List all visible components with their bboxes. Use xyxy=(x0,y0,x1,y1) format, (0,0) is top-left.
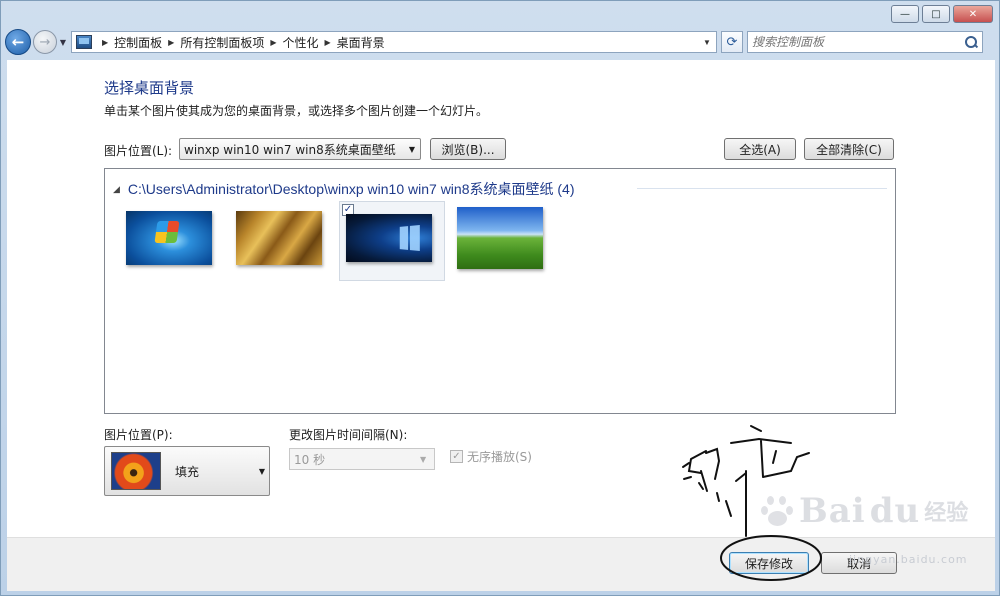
picture-location-value: winxp win10 win7 win8系统桌面壁纸 xyxy=(184,142,396,157)
picture-location-select[interactable]: winxp win10 win7 win8系统桌面壁纸 ▼ xyxy=(179,138,421,160)
watermark-brand: Bai xyxy=(799,491,866,531)
picture-position-label: 图片位置(P): xyxy=(104,428,173,442)
picture-location-label: 图片位置(L): xyxy=(104,144,173,158)
wallpaper-item[interactable] xyxy=(231,205,331,275)
picture-position-select[interactable]: 填充 ▼ xyxy=(104,446,270,496)
page-title: 选择桌面背景 xyxy=(104,79,195,97)
caption-buttons: — □ ✕ xyxy=(891,5,993,23)
clear-all-button[interactable]: 全部清除(C) xyxy=(804,138,894,160)
control-panel-window: — □ ✕ ← → ▼ ▶ 控制面板 ▶ 所有控制面板项 ▶ 个性化 ▶ 桌面背… xyxy=(0,0,1000,596)
breadcrumb-control-panel[interactable]: 控制面板 xyxy=(114,34,162,51)
minimize-button[interactable]: — xyxy=(891,5,919,23)
watermark-url: jingyan.baidu.com xyxy=(849,553,968,566)
shuffle-checkbox[interactable]: ✓ 无序播放(S) xyxy=(450,448,532,465)
navigation-bar: ← → ▼ ▶ 控制面板 ▶ 所有控制面板项 ▶ 个性化 ▶ 桌面背景 ▼ ⟳ xyxy=(5,27,997,57)
wallpaper-thumbnail-win7[interactable] xyxy=(126,211,212,265)
main-content: 选择桌面背景 单击某个图片使其成为您的桌面背景，或选择多个图片创建一个幻灯片。 … xyxy=(7,60,995,537)
group-header-path: C:\Users\Administrator\Desktop\winxp win… xyxy=(127,181,575,197)
back-button[interactable]: ← xyxy=(5,29,31,55)
page-description: 单击某个图片使其成为您的桌面背景，或选择多个图片创建一个幻灯片。 xyxy=(104,104,489,118)
address-bar[interactable]: ▶ 控制面板 ▶ 所有控制面板项 ▶ 个性化 ▶ 桌面背景 ▼ xyxy=(71,31,717,53)
control-panel-icon xyxy=(76,35,92,49)
browse-button[interactable]: 浏览(B)... xyxy=(430,138,506,160)
wallpaper-thumbnail-grass[interactable] xyxy=(236,211,322,265)
wallpaper-item[interactable] xyxy=(451,205,551,275)
watermark-sub: 经验 xyxy=(924,501,969,526)
refresh-button[interactable]: ⟳ xyxy=(721,31,743,53)
maximize-button[interactable]: □ xyxy=(922,5,950,23)
search-input[interactable] xyxy=(752,35,964,49)
chevron-down-icon: ▼ xyxy=(59,37,67,47)
refresh-icon: ⟳ xyxy=(726,34,738,50)
wallpaper-item-selected[interactable]: ✓ xyxy=(339,201,445,281)
chevron-down-icon: ▼ xyxy=(408,144,416,154)
shuffle-label: 无序播放(S) xyxy=(467,450,532,464)
chevron-down-icon: ▼ xyxy=(258,466,265,476)
position-preview-image xyxy=(111,452,161,490)
close-button[interactable]: ✕ xyxy=(953,5,993,23)
chevron-right-icon[interactable]: ▶ xyxy=(168,38,174,47)
breadcrumb-desktop-background[interactable]: 桌面背景 xyxy=(337,34,385,51)
interval-label: 更改图片时间间隔(N): xyxy=(289,428,408,442)
chevron-right-icon[interactable]: ▶ xyxy=(102,38,108,47)
arrow-left-icon: ← xyxy=(11,33,25,51)
breadcrumb-personalization[interactable]: 个性化 xyxy=(283,34,319,51)
footer-bar: 保存修改 取消 xyxy=(7,537,995,591)
wallpaper-item[interactable] xyxy=(121,205,221,275)
group-divider xyxy=(637,188,887,189)
wallpaper-thumbnail-winxp[interactable] xyxy=(457,207,543,269)
address-dropdown[interactable]: ▼ xyxy=(698,38,716,47)
collapse-icon[interactable]: ◢ xyxy=(113,184,120,195)
wallpaper-gallery: ◢ C:\Users\Administrator\Desktop\winxp w… xyxy=(104,168,896,414)
group-header[interactable]: ◢ C:\Users\Administrator\Desktop\winxp w… xyxy=(113,179,575,199)
checkbox-check-icon: ✓ xyxy=(450,450,463,463)
interval-value: 10 秒 xyxy=(294,452,326,467)
breadcrumb-all-items[interactable]: 所有控制面板项 xyxy=(180,34,264,51)
paw-logo-icon xyxy=(761,494,795,528)
interval-select[interactable]: 10 秒 ▼ xyxy=(289,448,435,470)
arrow-right-icon: → xyxy=(39,34,51,50)
search-box xyxy=(747,31,983,53)
wallpaper-thumbnail-win10[interactable] xyxy=(346,214,432,262)
picture-position-value: 填充 xyxy=(175,464,200,479)
select-all-button[interactable]: 全选(A) xyxy=(724,138,796,160)
save-changes-button[interactable]: 保存修改 xyxy=(729,552,809,574)
watermark-brand-2: du xyxy=(869,491,921,531)
chevron-right-icon[interactable]: ▶ xyxy=(270,38,276,47)
chevron-right-icon[interactable]: ▶ xyxy=(325,38,331,47)
search-icon[interactable] xyxy=(964,35,978,49)
chevron-down-icon: ▼ xyxy=(420,454,427,464)
recent-pages-dropdown[interactable]: ▼ xyxy=(57,38,69,47)
baidu-watermark: Bai du 经验 xyxy=(761,491,968,531)
forward-button[interactable]: → xyxy=(33,30,57,54)
